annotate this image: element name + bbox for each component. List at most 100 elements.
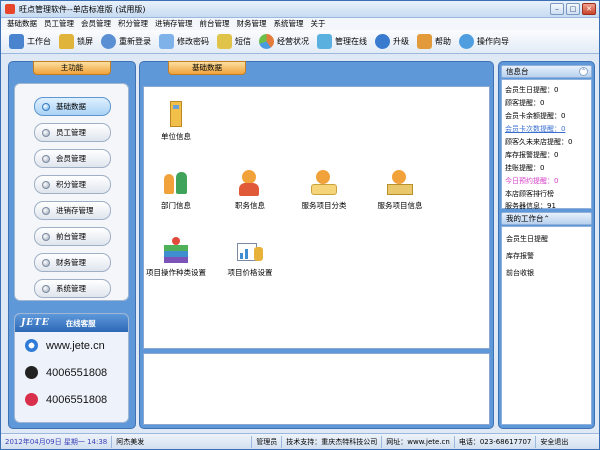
menu-system[interactable]: 系统管理 <box>274 18 304 30</box>
menu-member[interactable]: 会员管理 <box>81 18 111 30</box>
company-logo: JETE <box>21 318 50 328</box>
item-position-info[interactable]: 职务信息 <box>210 170 290 211</box>
service-item-icon <box>386 170 414 196</box>
main-function-header: 主功能 <box>33 61 111 75</box>
toolbar-online-button[interactable]: 管理在线 <box>317 31 367 53</box>
nav-staff[interactable]: 员工管理 <box>34 123 111 142</box>
radio-dot-icon <box>42 180 50 189</box>
radio-dot-icon <box>42 284 50 293</box>
online-service-label[interactable]: 在线客服 <box>66 318 96 329</box>
toolbar-wizard-button[interactable]: 操作向导 <box>459 31 509 53</box>
online-service-header: JETE 在线客服 <box>15 314 128 332</box>
menu-inventory[interactable]: 进销存管理 <box>155 18 193 30</box>
my-workbench-header[interactable]: 我的工作台 ⌃ <box>501 212 592 225</box>
work-stock-alarm[interactable]: 库存报警 <box>506 251 534 261</box>
info-server[interactable]: 服务器信息：91 <box>505 201 556 211</box>
collapse-icon[interactable]: ⌃ <box>544 214 550 223</box>
radio-dot-icon <box>42 258 50 267</box>
info-card-count[interactable]: 会员卡次数提醒：0 <box>505 124 565 134</box>
toolbar-lock-button[interactable]: 锁屏 <box>59 31 93 53</box>
service-category-icon <box>310 170 338 196</box>
menu-finance[interactable]: 财务管理 <box>237 18 267 30</box>
basic-data-panel: 基础数据 单位信息 部门信息 职务信息 服务项目分类 服务项目信息 项目操作种类… <box>139 61 494 429</box>
collapse-icon[interactable]: ⌃ <box>579 67 588 76</box>
maximize-button[interactable]: □ <box>566 3 580 15</box>
safe-exit-button[interactable]: 安全退出 <box>536 436 572 448</box>
basic-data-header: 基础数据 <box>168 61 246 75</box>
item-company-info[interactable]: 单位信息 <box>136 101 216 142</box>
manage-online-icon <box>317 34 332 49</box>
status-role: 管理员 <box>252 435 283 448</box>
toolbar-upgrade-button[interactable]: 升级 <box>375 31 409 53</box>
work-member-birthday[interactable]: 会员生日提醒 <box>506 234 548 244</box>
menu-staff[interactable]: 员工管理 <box>44 18 74 30</box>
info-member-birthday[interactable]: 会员生日提醒：0 <box>505 85 558 95</box>
nav-basic-data[interactable]: 基础数据 <box>34 97 111 116</box>
price-setting-icon <box>236 237 264 263</box>
my-workbench-list: 会员生日提醒 库存报警 前台收银 <box>501 226 592 425</box>
menu-basic-data[interactable]: 基础数据 <box>7 18 37 30</box>
info-customer-ranking[interactable]: 本店顾客排行榜 <box>505 189 554 199</box>
nav-system[interactable]: 系统管理 <box>34 279 111 298</box>
phone-icon <box>25 393 38 406</box>
radio-dot-icon <box>42 232 50 241</box>
relogin-icon <box>101 34 116 49</box>
nav-points[interactable]: 积分管理 <box>34 175 111 194</box>
toolbar-desktop-button[interactable]: 工作台 <box>9 31 51 53</box>
info-card-balance[interactable]: 会员卡余额提醒：0 <box>505 111 565 121</box>
lock-icon <box>59 34 74 49</box>
status-bar: 2012年04月09日 星期一 14:38 阿杰美发 管理员 技术支持：重庆杰特… <box>1 433 599 449</box>
status-phone: 电话：023-68617707 <box>455 435 537 448</box>
item-department-info[interactable]: 部门信息 <box>136 170 216 211</box>
nav-finance[interactable]: 财务管理 <box>34 253 111 272</box>
item-operation-type[interactable]: 项目操作种类设置 <box>136 237 216 278</box>
phone-row[interactable]: 4006551808 <box>15 386 128 413</box>
browser-icon <box>25 339 38 352</box>
nav-inventory[interactable]: 进销存管理 <box>34 201 111 220</box>
radio-dot-icon <box>42 154 50 163</box>
work-front-cashier[interactable]: 前台收银 <box>506 268 534 278</box>
radio-dot-icon <box>42 128 50 137</box>
toolbar-business-button[interactable]: 经营状况 <box>259 31 309 53</box>
help-icon <box>417 34 432 49</box>
website-row[interactable]: www.jete.cn <box>15 332 128 359</box>
menu-front-desk[interactable]: 前台管理 <box>200 18 230 30</box>
menu-about[interactable]: 关于 <box>311 18 326 30</box>
desktop-icon <box>9 34 24 49</box>
radio-dot-icon <box>42 206 50 215</box>
department-info-icon <box>162 170 190 196</box>
nav-front-desk[interactable]: 前台管理 <box>34 227 111 246</box>
function-workarea: 单位信息 部门信息 职务信息 服务项目分类 服务项目信息 项目操作种类设置 项目… <box>143 86 490 349</box>
item-service-category[interactable]: 服务项目分类 <box>284 170 364 211</box>
toolbar-sms-button[interactable]: 短信 <box>217 31 251 53</box>
app-icon <box>5 4 15 14</box>
info-stock-alarm[interactable]: 库存报警提醒：0 <box>505 150 558 160</box>
qq-phone-row[interactable]: 4006551808 <box>15 359 128 386</box>
main-function-panel: 主功能 基础数据 员工管理 会员管理 积分管理 进销存管理 前台管理 财务管理 … <box>8 61 136 429</box>
main-nav: 基础数据 员工管理 会员管理 积分管理 进销存管理 前台管理 财务管理 系统管理 <box>14 83 129 301</box>
toolbar: 工作台 锁屏 重新登录 修改密码 短信 经营状况 管理在线 升级 帮助 操作向导 <box>1 30 599 54</box>
item-price-setting[interactable]: 项目价格设置 <box>210 237 290 278</box>
operation-type-icon <box>162 237 190 263</box>
menu-points[interactable]: 积分管理 <box>118 18 148 30</box>
info-customer-reminder[interactable]: 顾客提醒：0 <box>505 98 544 108</box>
info-desk-header[interactable]: 信息台 ⌃ <box>501 65 592 78</box>
title-bar: 旺点管理软件--单店标准版 (试用版) – □ ✕ <box>1 1 599 18</box>
main-window: 旺点管理软件--单店标准版 (试用版) – □ ✕ 基础数据 员工管理 会员管理… <box>0 0 600 450</box>
toolbar-help-button[interactable]: 帮助 <box>417 31 451 53</box>
info-credit-reminder[interactable]: 挂账提醒：0 <box>505 163 544 173</box>
minimize-button[interactable]: – <box>550 3 564 15</box>
info-panel: 信息台 ⌃ 会员生日提醒：0 顾客提醒：0 会员卡余额提醒：0 会员卡次数提醒：0… <box>498 61 595 429</box>
status-user: 阿杰美发 <box>112 435 253 448</box>
info-today-appointment[interactable]: 今日预约提醒：0 <box>505 176 558 186</box>
close-button[interactable]: ✕ <box>582 3 596 15</box>
nav-member[interactable]: 会员管理 <box>34 149 111 168</box>
item-service-info[interactable]: 服务项目信息 <box>360 170 440 211</box>
qq-icon <box>25 366 38 379</box>
password-icon <box>159 34 174 49</box>
info-desk-list: 会员生日提醒：0 顾客提醒：0 会员卡余额提醒：0 会员卡次数提醒：0 顾客久未… <box>501 79 592 211</box>
toolbar-password-button[interactable]: 修改密码 <box>159 31 209 53</box>
toolbar-relogin-button[interactable]: 重新登录 <box>101 31 151 53</box>
business-chart-icon <box>259 34 274 49</box>
info-long-absence[interactable]: 顾客久未来店提醒：0 <box>505 137 572 147</box>
